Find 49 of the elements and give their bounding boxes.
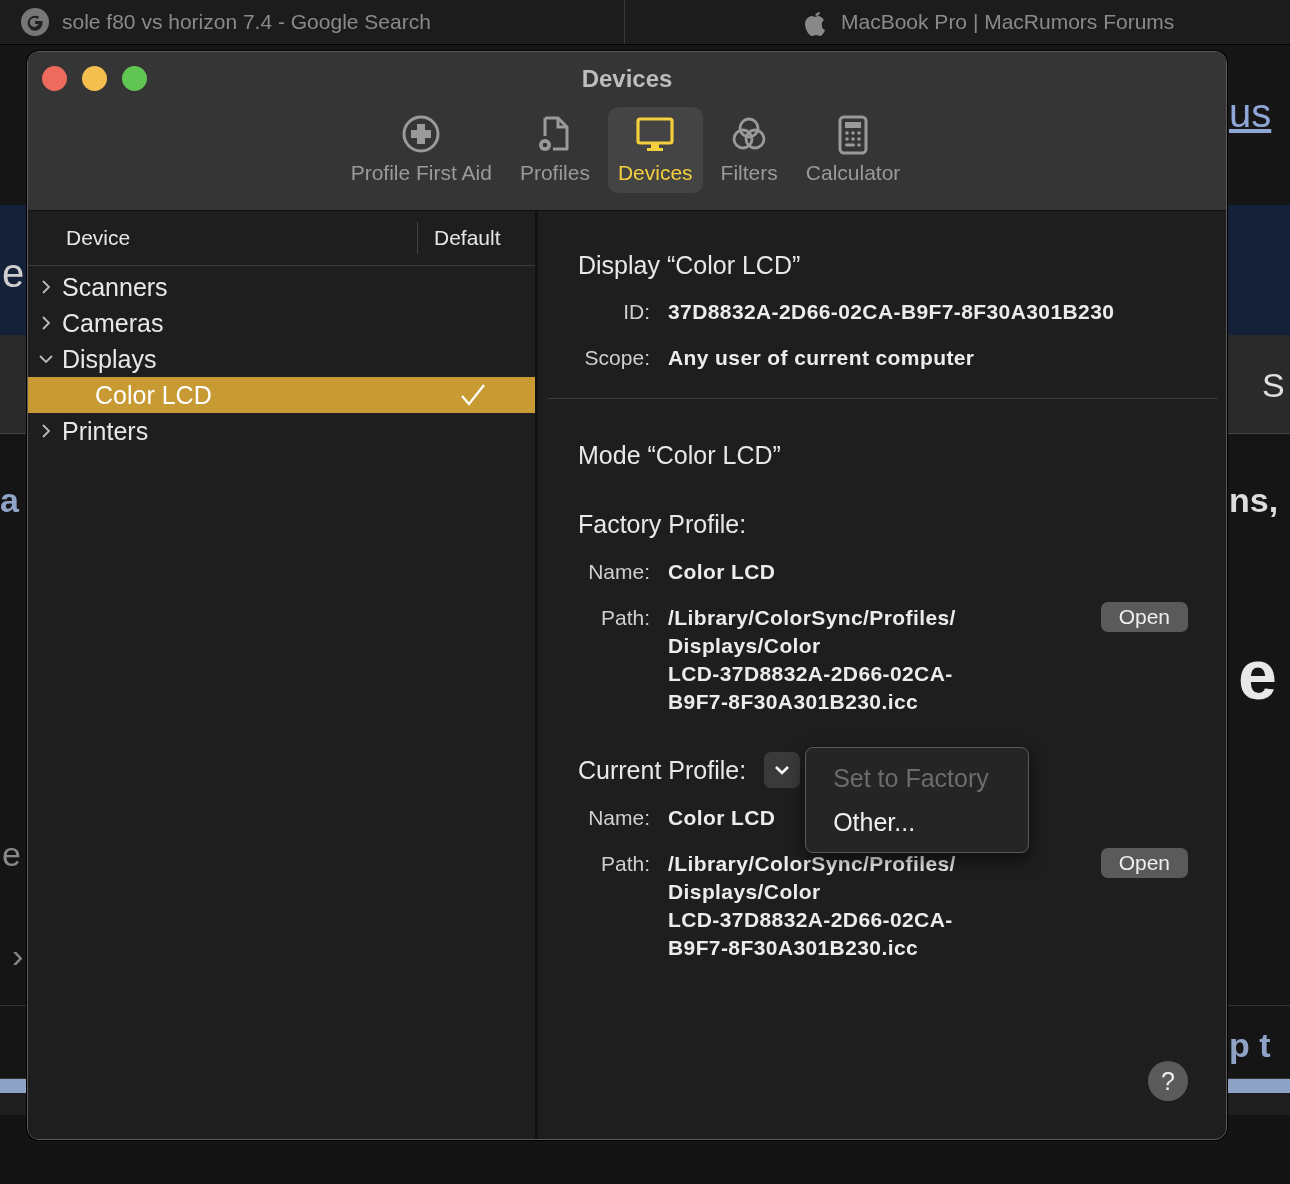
tree-row[interactable]: Displays — [28, 341, 535, 377]
browser-tab[interactable]: sole f80 vs horizon 7.4 - Google Search — [0, 0, 625, 44]
page-text: e — [1238, 640, 1277, 710]
page-link[interactable]: us — [1229, 93, 1272, 133]
zoom-button[interactable] — [122, 66, 147, 91]
help-button[interactable]: ? — [1148, 1061, 1188, 1101]
menu-item[interactable]: Other... — [806, 800, 1029, 844]
tree-row[interactable]: Cameras — [28, 305, 535, 341]
page-text: p t — [1229, 1028, 1271, 1062]
field-label: Name: — [587, 559, 650, 585]
profile-heading: Factory Profile: — [578, 509, 747, 539]
browser-tab[interactable]: MacBook Pro | MacRumors Forums — [625, 0, 1290, 44]
section-heading: Mode “Color LCD” — [578, 441, 782, 470]
tree-row[interactable]: Scanners — [28, 269, 535, 305]
toolbar-tab[interactable]: Calculator — [795, 107, 911, 193]
toolbar-tab[interactable]: Filters — [710, 107, 788, 193]
dropdown-button[interactable] — [764, 752, 801, 788]
section-heading: Display “Color LCD” — [578, 251, 802, 280]
field-value: 37D8832A-2D66-02CA-B9F7-8F30A301B230 — [668, 300, 1116, 324]
file-path: /Library/ColorSync/Profiles/ Displays/Color LCD-37D8832A-2D66-02CA- B9F7-8F30A301B230.icc — [668, 605, 957, 715]
profile-heading: Current Profile: — [578, 755, 747, 785]
page-text: a — [0, 483, 19, 517]
minimize-button[interactable] — [82, 66, 107, 91]
g-logo-icon — [20, 7, 50, 37]
toolbar-tab[interactable]: Profile First Aid — [340, 107, 502, 193]
page-text: ns, — [1229, 483, 1279, 517]
window-title: Devices — [581, 65, 673, 93]
column-header[interactable]: Device — [28, 226, 417, 250]
close-button[interactable] — [42, 66, 67, 91]
file-path: /Library/ColorSync/Profiles/ Displays/Color LCD-37D8832A-2D66-02CA- B9F7-8F30A301B230.icc — [668, 851, 957, 961]
field-label: Scope: — [583, 346, 650, 370]
page-text: e — [2, 253, 25, 293]
field-value: Color LCD — [668, 559, 776, 585]
open-button[interactable]: Open — [1100, 602, 1188, 632]
field-label: ID: — [622, 300, 650, 324]
plus-circle-icon — [401, 115, 442, 155]
field-label: Name: — [587, 805, 650, 831]
field-label: Path: — [599, 605, 650, 631]
page-text: S — [1262, 368, 1285, 402]
toolbar-tab[interactable]: Profiles — [509, 107, 600, 193]
page-text: › — [12, 938, 24, 972]
open-button[interactable]: Open — [1100, 848, 1188, 878]
field-value: Color LCD — [668, 805, 776, 831]
column-header[interactable]: Default — [417, 222, 501, 254]
page-text: e — [2, 837, 21, 871]
tree-row[interactable]: Printers — [28, 413, 535, 449]
toolbar-tab[interactable]: Devices — [607, 107, 703, 193]
field-label: Path: — [599, 851, 650, 877]
field-value: Any user of current computer — [668, 346, 976, 370]
